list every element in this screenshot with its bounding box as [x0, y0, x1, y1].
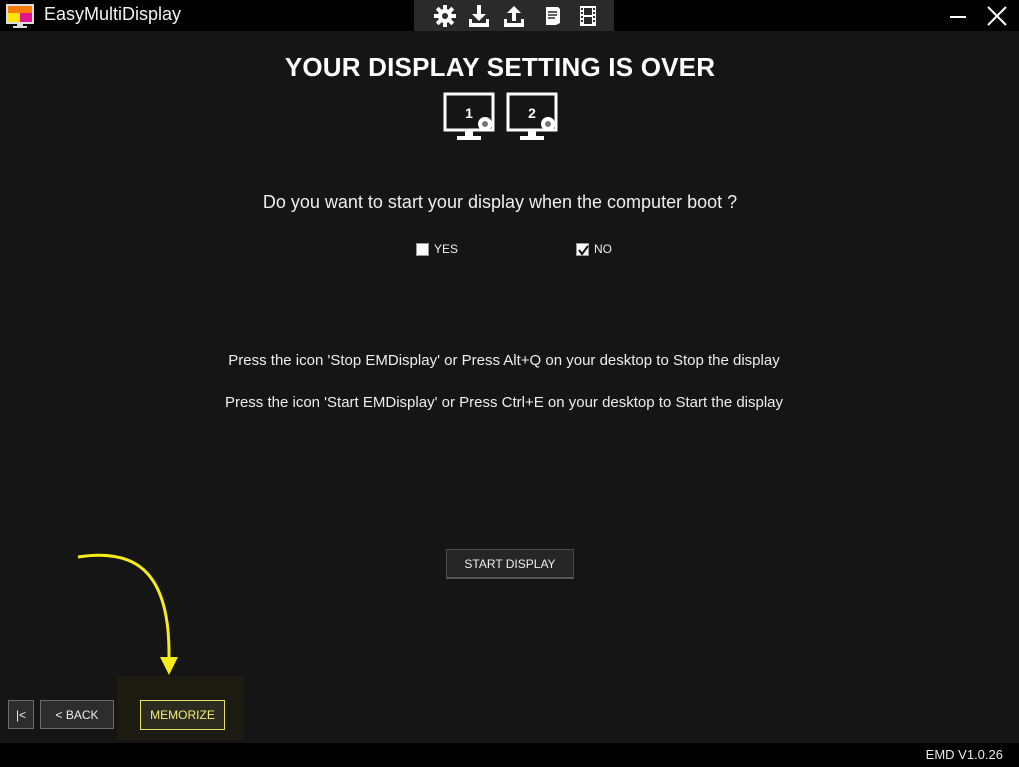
version-label: EMD V1.0.26: [925, 747, 1003, 762]
upload-icon[interactable]: [501, 3, 527, 29]
title-bar: EasyMultiDisplay: [0, 0, 1019, 31]
document-icon[interactable]: [540, 3, 566, 29]
yes-label: YES: [434, 242, 459, 256]
back-button[interactable]: < BACK: [40, 700, 114, 729]
boot-question: Do you want to start your display when t…: [262, 192, 738, 212]
memorize-button[interactable]: MEMORIZE: [140, 700, 225, 730]
app-title: EasyMultiDisplay: [44, 4, 182, 24]
checkmark-icon: [578, 244, 589, 256]
download-icon[interactable]: [466, 3, 492, 29]
film-icon[interactable]: [575, 3, 601, 29]
option-yes[interactable]: YES: [416, 241, 458, 257]
monitor-settings-icon: 2: [506, 92, 558, 140]
yes-checkbox[interactable]: [416, 242, 429, 256]
option-no[interactable]: NO: [576, 241, 612, 257]
stop-instruction: Press the icon 'Stop EMDisplay' or Press…: [228, 352, 780, 369]
first-page-button[interactable]: |<: [8, 700, 34, 729]
annotation-arrow-icon: [77, 553, 178, 675]
gear-icon[interactable]: [432, 3, 458, 29]
app-logo-icon: [6, 4, 34, 28]
status-bar: EMD V1.0.26: [0, 743, 1019, 767]
minimize-button[interactable]: [944, 2, 972, 30]
monitor-2-number: 2: [528, 105, 536, 121]
close-button[interactable]: [983, 2, 1011, 30]
start-instruction: Press the icon 'Start EMDisplay' or Pres…: [224, 394, 784, 411]
no-checkbox[interactable]: [576, 242, 589, 256]
page-heading: YOUR DISPLAY SETTING IS OVER: [284, 52, 716, 82]
start-display-button[interactable]: START DISPLAY: [446, 549, 574, 579]
monitor-1-number: 1: [465, 105, 473, 121]
no-label: NO: [594, 242, 612, 256]
toolbar: [414, 0, 614, 31]
monitor-settings-icon: 1: [443, 92, 495, 140]
